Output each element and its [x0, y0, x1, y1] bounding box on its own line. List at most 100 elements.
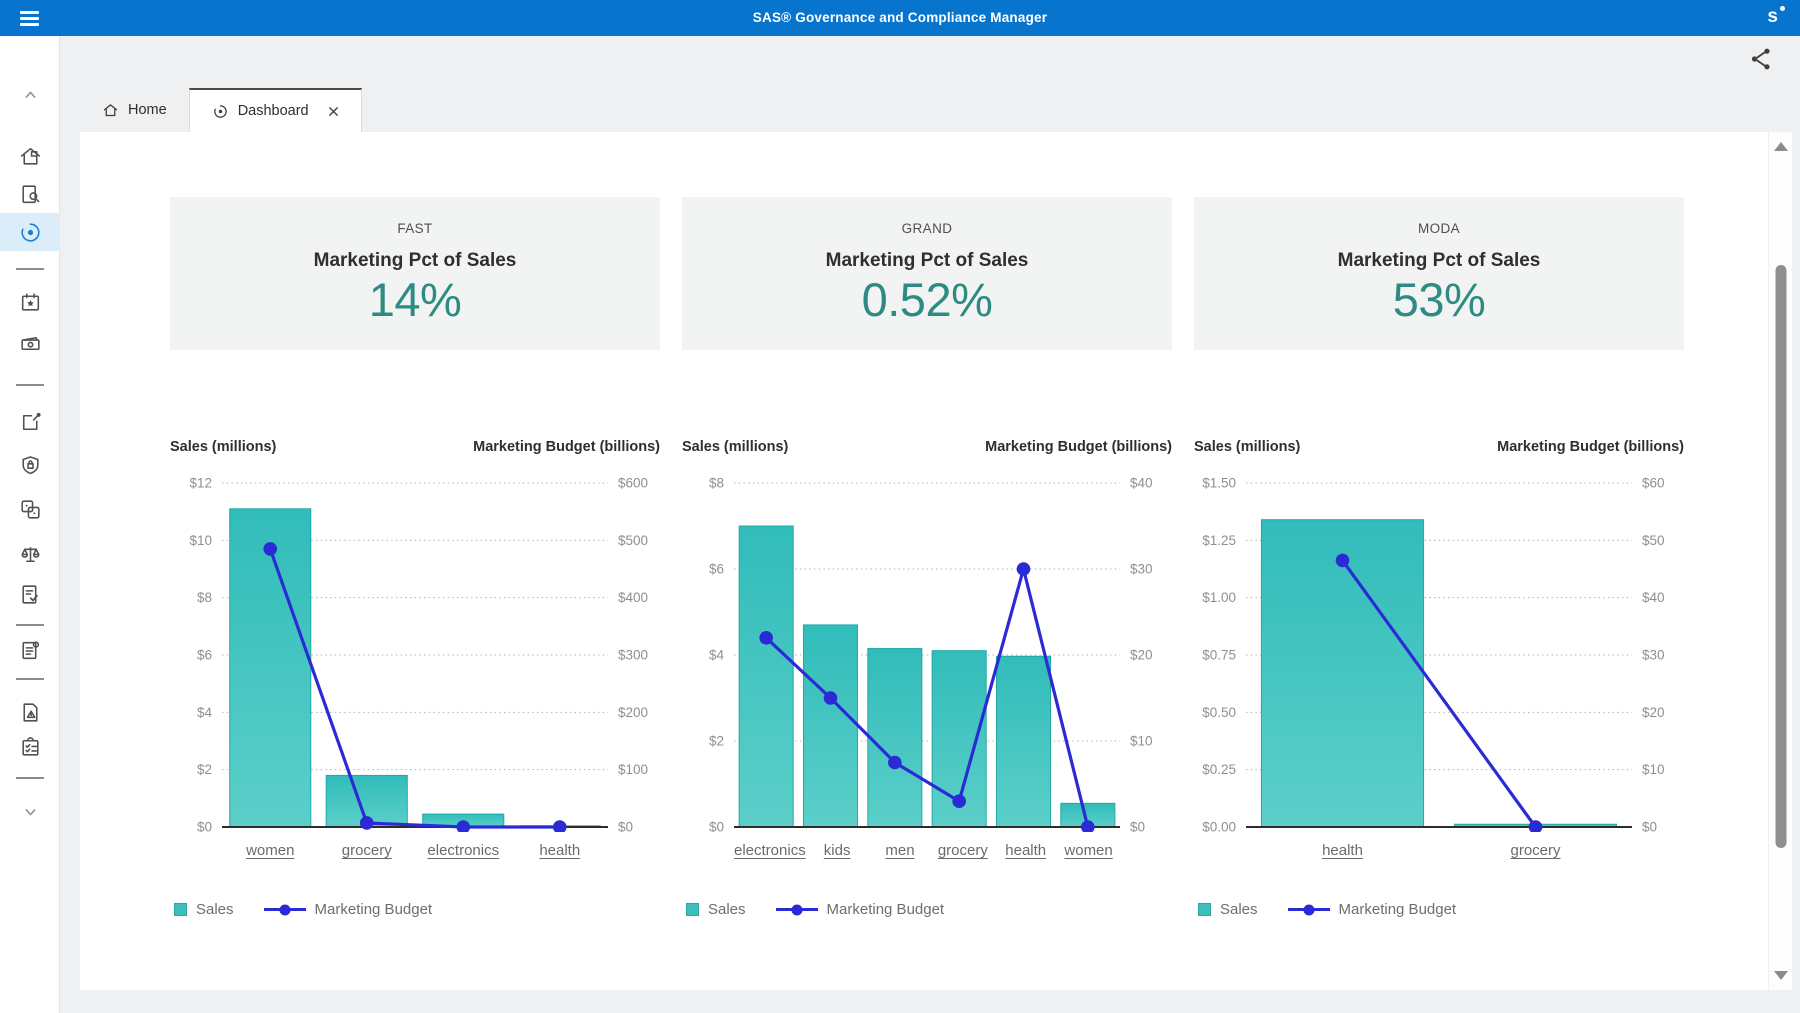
category-link-health[interactable]: health [994, 842, 1057, 859]
right-axis-tick: $0 [1642, 820, 1657, 833]
charts-row: Sales (millions) Marketing Budget (billi… [170, 437, 1684, 918]
kpi-row: FAST Marketing Pct of Sales 14% GRAND Ma… [170, 197, 1684, 350]
category-link-grocery[interactable]: grocery [1439, 842, 1632, 859]
sales-bar-women[interactable] [230, 509, 311, 827]
tab-home[interactable]: Home [80, 88, 189, 132]
combo-chart-fast: Sales (millions) Marketing Budget (billi… [170, 437, 660, 918]
right-axis-tick: $300 [618, 648, 648, 663]
category-link-grocery[interactable]: grocery [931, 842, 994, 859]
budget-point-health[interactable] [1336, 554, 1350, 568]
budget-point-health[interactable] [1017, 562, 1031, 576]
combo-chart-svg: $0$0$2$10$4$20$6$30$8$40 [682, 457, 1172, 832]
budget-point-electronics[interactable] [759, 631, 773, 645]
document-warning-icon [18, 700, 43, 725]
budget-line [270, 549, 560, 827]
left-axis-tick: $4 [197, 705, 213, 720]
combo-chart-svg: $0.00$0$0.25$10$0.50$20$0.75$30$1.00$40$… [1194, 457, 1684, 832]
scrollbar-thumb[interactable] [1775, 265, 1786, 848]
left-axis-tick: $12 [189, 476, 212, 491]
budget-point-health[interactable] [553, 820, 567, 832]
sales-bar-health[interactable] [996, 656, 1050, 827]
sidebar-item-document-warning-icon[interactable] [0, 693, 60, 731]
sales-bar-men[interactable] [868, 649, 922, 827]
sidebar-item-document-check-icon[interactable] [0, 575, 60, 613]
right-axis-tick: $60 [1642, 476, 1665, 491]
right-axis-tick: $10 [1642, 762, 1665, 777]
legend-label-sales: Sales [196, 901, 234, 918]
sidebar-item-calendar-star-icon[interactable] [0, 283, 60, 321]
calendar-star-icon [18, 290, 43, 315]
shield-lock-icon [18, 453, 43, 478]
sales-bar-kids[interactable] [803, 625, 857, 827]
budget-point-grocery[interactable] [360, 816, 374, 830]
sidebar-item-audit-search-icon[interactable] [0, 175, 60, 213]
budget-point-women[interactable] [263, 542, 277, 556]
plot-area: $0.00$0$0.25$10$0.50$20$0.75$30$1.00$40$… [1194, 457, 1684, 832]
app-window: SAS® Governance and Compliance Manager s… [0, 0, 1800, 1013]
balance-scale-icon [18, 542, 43, 567]
kpi-card-fast[interactable]: FAST Marketing Pct of Sales 14% [170, 197, 660, 350]
scroll-up-arrow-icon[interactable] [1774, 142, 1788, 151]
sidebar-item-shield-lock-icon[interactable] [0, 446, 60, 484]
left-axis-tick: $2 [197, 762, 212, 777]
tab-dashboard[interactable]: Dashboard [189, 88, 362, 132]
category-link-grocery[interactable]: grocery [319, 842, 416, 859]
budget-point-men[interactable] [888, 756, 902, 770]
share-icon[interactable] [1748, 46, 1774, 72]
category-axis: electronicskidsmengroceryhealthwomen [682, 842, 1172, 859]
left-axis-tick: $0 [197, 820, 212, 833]
left-axis-tick: $1.50 [1202, 476, 1236, 491]
kpi-brand: GRAND [902, 221, 953, 236]
sidebar-item-clipboard-checklist-icon[interactable] [0, 728, 60, 766]
category-link-electronics[interactable]: electronics [734, 842, 806, 859]
category-link-health[interactable]: health [1246, 842, 1439, 859]
sales-legend-swatch-icon [686, 903, 699, 916]
close-icon[interactable] [328, 106, 339, 117]
scroll-down-arrow-icon[interactable] [1774, 971, 1788, 980]
right-axis-tick: $30 [1642, 648, 1665, 663]
sidebar-item-document-ring-icon[interactable] [0, 631, 60, 669]
legend-label-budget: Marketing Budget [1339, 901, 1457, 918]
category-link-electronics[interactable]: electronics [415, 842, 512, 859]
budget-point-kids[interactable] [824, 691, 838, 705]
combo-chart-grand: Sales (millions) Marketing Budget (billi… [682, 437, 1172, 918]
legend-label-sales: Sales [1220, 901, 1258, 918]
sidebar-item-balance-scale-icon[interactable] [0, 535, 60, 573]
kpi-brand: MODA [1418, 221, 1460, 236]
sidebar-item-chevron-down-icon[interactable] [0, 793, 60, 831]
sidebar-item-page-edit-icon[interactable] [0, 403, 60, 441]
left-axis-tick: $0.75 [1202, 648, 1236, 663]
right-axis-tick: $400 [618, 590, 648, 605]
kpi-metric: Marketing Pct of Sales [1338, 250, 1541, 272]
kpi-card-grand[interactable]: GRAND Marketing Pct of Sales 0.52% [682, 197, 1172, 350]
payments-icon [18, 331, 43, 356]
sidebar-divider [16, 777, 44, 779]
category-link-health[interactable]: health [512, 842, 609, 859]
budget-point-grocery[interactable] [952, 794, 966, 808]
category-link-women[interactable]: women [1057, 842, 1120, 859]
kpi-card-moda[interactable]: MODA Marketing Pct of Sales 53% [1194, 197, 1684, 350]
left-axis-tick: $1.25 [1202, 533, 1236, 548]
sidebar-item-chevron-up-icon[interactable] [0, 75, 60, 113]
category-link-women[interactable]: women [222, 842, 319, 859]
category-link-kids[interactable]: kids [806, 842, 869, 859]
sidebar-item-payments-icon[interactable] [0, 324, 60, 362]
plot-area: $0$0$2$100$4$200$6$300$8$400$10$500$12$6… [170, 457, 660, 832]
sidebar-item-dashboard-gauge-icon[interactable] [0, 213, 60, 251]
kpi-value: 53% [1393, 275, 1486, 324]
left-axis-tick: $6 [709, 562, 724, 577]
sidebar-item-dice-icon[interactable] [0, 490, 60, 528]
category-link-men[interactable]: men [869, 842, 932, 859]
sidebar-divider [16, 268, 44, 270]
sales-bar-electronics[interactable] [739, 526, 793, 827]
audit-search-icon [18, 182, 43, 207]
tab-label: Dashboard [238, 103, 309, 119]
left-axis-title: Sales (millions) [170, 439, 276, 455]
hamburger-menu-icon[interactable] [20, 8, 44, 28]
left-axis-tick: $0.50 [1202, 705, 1236, 720]
vertical-scrollbar[interactable] [1768, 132, 1792, 990]
sidebar-item-expand-panel-icon[interactable] [0, 1005, 60, 1013]
sidebar-item-home-icon[interactable] [0, 137, 60, 175]
left-axis-tick: $6 [197, 648, 212, 663]
left-axis-tick: $1.00 [1202, 590, 1236, 605]
